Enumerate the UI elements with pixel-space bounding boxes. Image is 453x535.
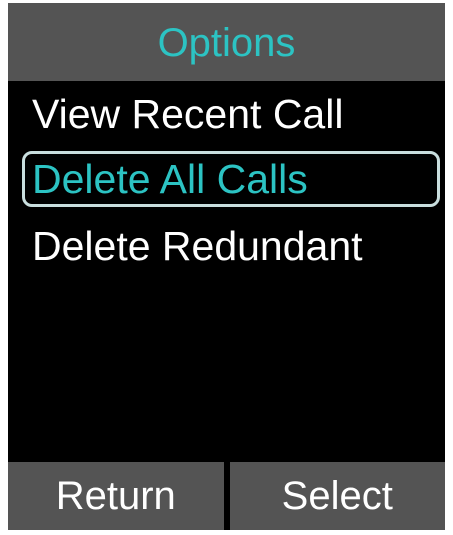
- menu-item-view-recent-call[interactable]: View Recent Call: [22, 83, 440, 139]
- menu-item-delete-all-calls[interactable]: Delete All Calls: [22, 151, 440, 207]
- phone-screen: Options View Recent Call Delete All Call…: [8, 3, 445, 530]
- screen-title: Options: [157, 21, 296, 65]
- select-softkey[interactable]: Select: [229, 462, 445, 530]
- return-softkey[interactable]: Return: [8, 462, 224, 530]
- menu-item-delete-redundant[interactable]: Delete Redundant: [22, 215, 440, 271]
- softkey-bar: Return Select: [8, 462, 445, 530]
- title-bar: Options: [8, 3, 445, 81]
